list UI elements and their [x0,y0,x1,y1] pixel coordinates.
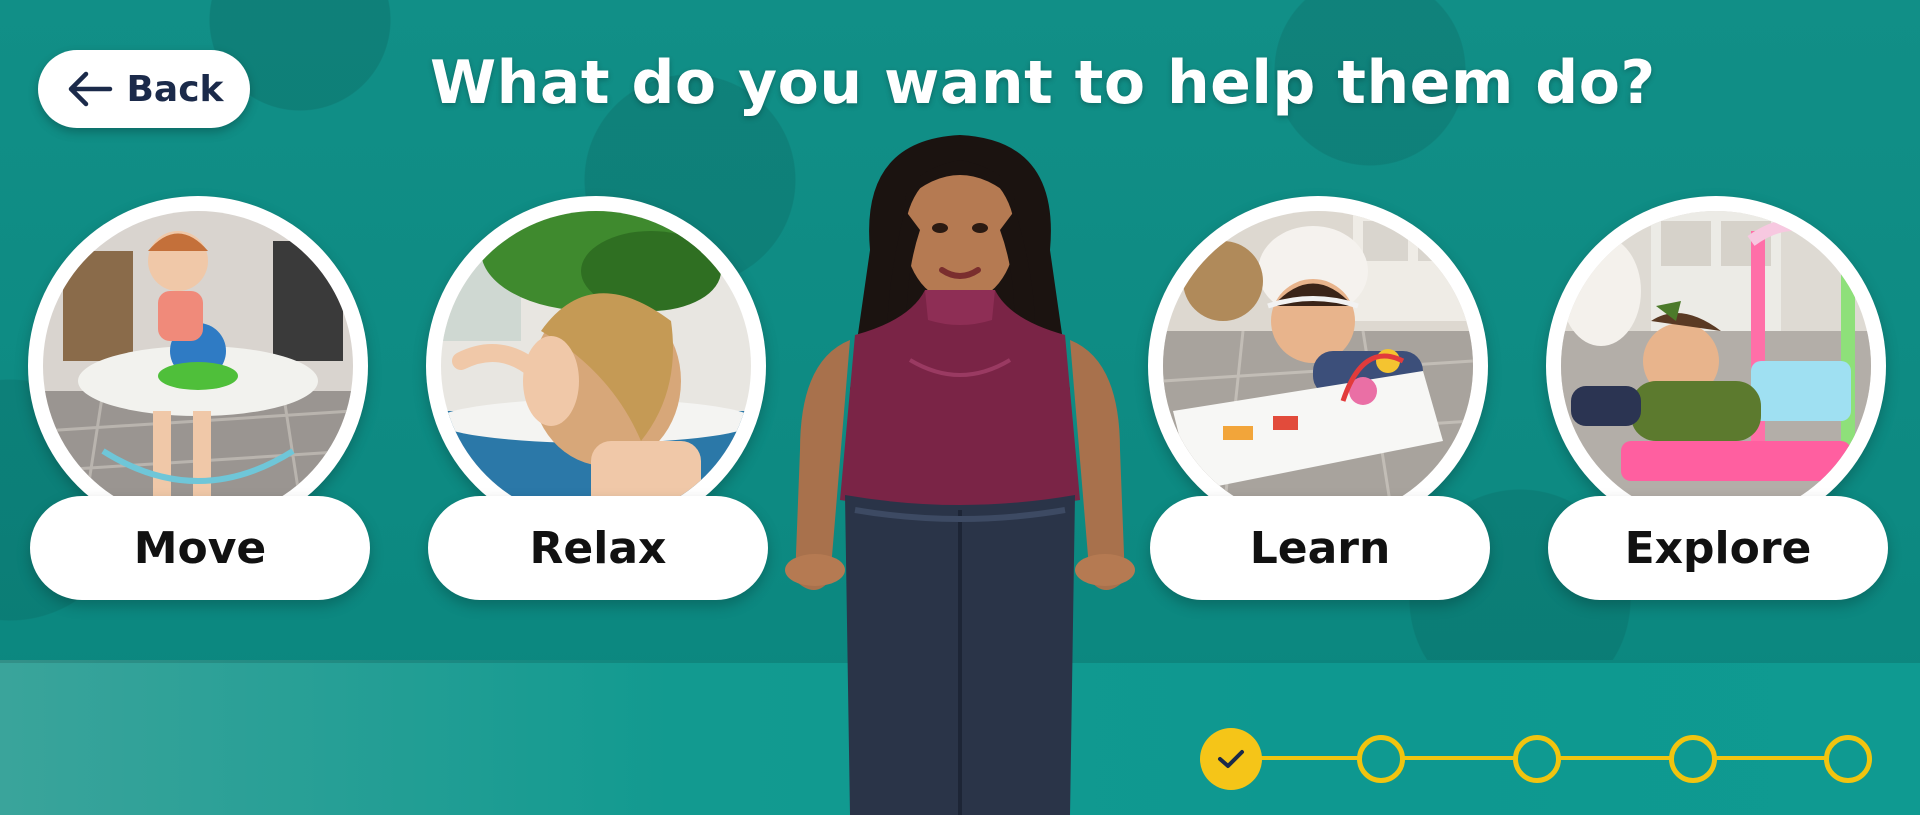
option-label-pill: Learn [1150,496,1490,600]
progress-step-5 [1824,735,1872,783]
progress-indicator [1200,728,1872,790]
arrow-left-icon [69,71,113,107]
option-label: Explore [1624,522,1812,574]
option-label-pill: Move [30,496,370,600]
progress-step-3 [1513,735,1561,783]
progress-step-2 [1357,735,1405,783]
option-label-pill: Explore [1548,496,1888,600]
baby-play-gym-photo [1561,211,1871,521]
option-card-move[interactable]: Move [28,196,370,616]
progress-step-4 [1669,735,1717,783]
option-card-relax[interactable]: Relax [426,196,768,616]
option-label: Relax [529,522,667,574]
option-label: Move [133,522,267,574]
back-button-label: Back [126,68,224,110]
quiz-screen: Back What do you want to help them do? M… [0,0,1920,815]
presenter-video [760,130,1160,815]
baby-jumper-photo [43,211,353,521]
option-label: Learn [1249,522,1391,574]
option-card-learn[interactable]: Learn [1148,196,1490,616]
baby-walker-photo [1163,211,1473,521]
option-photo-frame [28,196,368,536]
option-photo-frame [1546,196,1886,536]
progress-step-1-done [1200,728,1262,790]
baby-bath-photo [441,211,751,521]
option-photo-frame [1148,196,1488,536]
checkmark-icon [1218,750,1244,768]
back-button[interactable]: Back [38,50,250,128]
page-title: What do you want to help them do? [430,48,1656,118]
option-photo-frame [426,196,766,536]
option-label-pill: Relax [428,496,768,600]
option-card-explore[interactable]: Explore [1546,196,1888,616]
